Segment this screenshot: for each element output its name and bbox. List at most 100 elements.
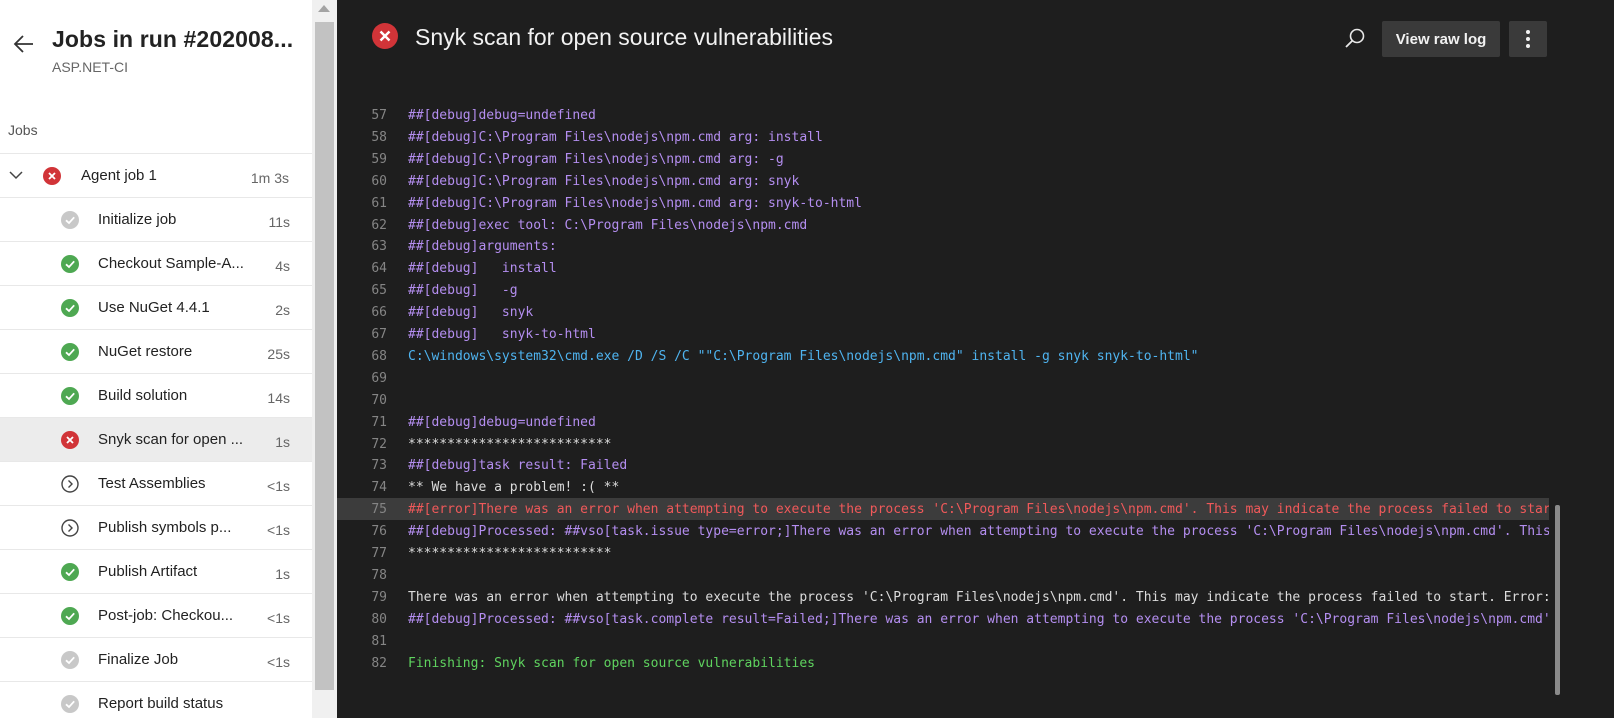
line-number: 80	[371, 611, 387, 627]
log-line: 60 ##[debug]C:\Program Files\nodejs\npm.c…	[337, 170, 1549, 192]
skipped-status-icon	[61, 211, 79, 229]
line-text: ##[debug]Processed: ##vso[task.complete …	[408, 611, 1549, 627]
step-duration: 2s	[275, 302, 290, 318]
log-line: 73 ##[debug]task result: Failed	[337, 454, 1549, 476]
step-duration: 1s	[275, 566, 290, 582]
line-number: 59	[371, 151, 387, 167]
step-label: Checkout Sample-A...	[98, 255, 244, 272]
step-duration: 11s	[268, 214, 290, 230]
line-text: **************************	[408, 546, 612, 561]
sidebar-scrollbar-thumb[interactable]	[315, 22, 334, 690]
step-row[interactable]: Build solution 14s	[0, 373, 312, 417]
log-line: 71 ##[debug]debug=undefined	[337, 411, 1549, 433]
line-number: 76	[371, 524, 387, 540]
step-row[interactable]: Initialize job 11s	[0, 197, 312, 241]
line-text: ##[debug]C:\Program Files\nodejs\npm.cmd…	[408, 151, 784, 167]
jobs-sidebar: Jobs in run #202008... ASP.NET-CI Jobs A…	[0, 0, 337, 718]
line-text: Finishing: Snyk scan for open source vul…	[408, 655, 815, 671]
skipped-status-icon	[61, 651, 79, 669]
step-label: Post-job: Checkou...	[98, 607, 234, 624]
step-row[interactable]: Post-job: Checkou... <1s	[0, 593, 312, 637]
step-row[interactable]: Use NuGet 4.4.1 2s	[0, 285, 312, 329]
succeeded-status-icon	[61, 387, 79, 405]
line-number: 82	[371, 655, 387, 671]
step-label: Publish Artifact	[98, 563, 198, 580]
task-title: Snyk scan for open source vulnerabilitie…	[415, 24, 834, 50]
log-scrollbar-thumb[interactable]	[1555, 505, 1560, 695]
succeeded-status-icon	[61, 299, 79, 317]
log-scrollbar[interactable]	[1554, 80, 1614, 718]
step-label: Finalize Job	[98, 651, 179, 668]
step-row[interactable]: Report build status	[0, 681, 312, 718]
line-text: ##[debug]task result: Failed	[408, 458, 628, 474]
sidebar-header: Jobs in run #202008... ASP.NET-CI	[0, 0, 312, 100]
step-duration: <1s	[267, 522, 290, 538]
line-text: **************************	[408, 436, 612, 452]
step-row[interactable]: NuGet restore 25s	[0, 329, 312, 373]
view-raw-log-button[interactable]: View raw log	[1382, 21, 1500, 57]
line-number: 71	[371, 414, 387, 430]
line-number: 68	[371, 348, 387, 364]
chevron-down-icon[interactable]	[8, 167, 24, 183]
log-line: 69	[337, 367, 1549, 389]
step-duration: 4s	[275, 258, 290, 274]
log-line: 62 ##[debug]exec tool: C:\Program Files\n…	[337, 214, 1549, 236]
log-line: 59 ##[debug]C:\Program Files\nodejs\npm.c…	[337, 148, 1549, 170]
step-row[interactable]: Snyk scan for open ... 1s	[0, 417, 312, 461]
log-line: 57 ##[debug]debug=undefined	[337, 104, 1549, 126]
pending-status-icon	[61, 475, 79, 493]
log-line: 58 ##[debug]C:\Program Files\nodejs\npm.c…	[337, 126, 1549, 148]
more-dot	[1526, 44, 1530, 48]
agent-job-row[interactable]: Agent job 1 1m 3s	[0, 153, 312, 197]
step-label: Publish symbols p...	[98, 519, 232, 536]
succeeded-status-icon	[61, 343, 79, 361]
step-row[interactable]: Test Assemblies <1s	[0, 461, 312, 505]
line-text: ##[debug]C:\Program Files\nodejs\npm.cmd…	[408, 173, 800, 189]
log-line: 63 ##[debug]arguments:	[337, 235, 1549, 257]
step-row[interactable]: Publish symbols p... <1s	[0, 505, 312, 549]
step-duration: <1s	[267, 478, 290, 494]
line-number: 64	[371, 261, 387, 277]
step-label: Build solution	[98, 387, 188, 404]
more-options-button[interactable]	[1509, 21, 1547, 57]
scroll-up-arrow-icon[interactable]	[318, 5, 330, 12]
log-line: 67 ##[debug] snyk-to-html	[337, 323, 1549, 345]
succeeded-status-icon	[61, 607, 79, 625]
pending-status-icon	[61, 519, 79, 537]
log-line: 74 ** We have a problem! :( **	[337, 476, 1549, 498]
log-line: 78	[337, 564, 1549, 586]
more-dot	[1526, 37, 1530, 41]
step-duration: <1s	[267, 654, 290, 670]
sidebar-scrollbar[interactable]	[312, 0, 337, 718]
step-label: Report build status	[98, 695, 224, 712]
log-line: 65 ##[debug] -g	[337, 279, 1549, 301]
back-button[interactable]	[10, 30, 38, 58]
agent-job-duration: 1m 3s	[250, 170, 289, 186]
log-line: 70	[337, 389, 1549, 411]
search-icon[interactable]	[1342, 26, 1368, 52]
line-number: 65	[371, 283, 387, 299]
step-row[interactable]: Checkout Sample-A... 4s	[0, 241, 312, 285]
line-number: 74	[371, 480, 387, 496]
step-label: Snyk scan for open ...	[98, 431, 244, 448]
succeeded-status-icon	[61, 563, 79, 581]
log-line: 76 ##[debug]Processed: ##vso[task.issue t…	[337, 520, 1549, 542]
line-number: 60	[371, 173, 387, 189]
run-title: Jobs in run #202008...	[52, 26, 294, 52]
line-number: 57	[371, 108, 387, 123]
step-label: Initialize job	[98, 211, 177, 228]
log-header: Snyk scan for open source vulnerabilitie…	[337, 0, 1614, 80]
line-number: 66	[371, 305, 387, 321]
line-text: There was an error when attempting to ex…	[408, 589, 1549, 605]
failed-status-icon	[61, 431, 79, 449]
line-text: ##[debug]C:\Program Files\nodejs\npm.cmd…	[408, 129, 823, 145]
step-row[interactable]: Finalize Job <1s	[0, 637, 312, 681]
step-label: Test Assemblies	[98, 475, 206, 492]
line-number: 62	[371, 217, 387, 233]
line-text: ##[debug]C:\Program Files\nodejs\npm.cmd…	[408, 195, 862, 211]
step-row[interactable]: Publish Artifact 1s	[0, 549, 312, 593]
step-duration: 14s	[267, 390, 290, 406]
log-line: 66 ##[debug] snyk	[337, 301, 1549, 323]
log-line: 75 ##[error]There was an error when attem…	[337, 498, 1549, 521]
log-output[interactable]: 57 ##[debug]debug=undefined 58 ##[debug]C:\…	[337, 80, 1549, 718]
